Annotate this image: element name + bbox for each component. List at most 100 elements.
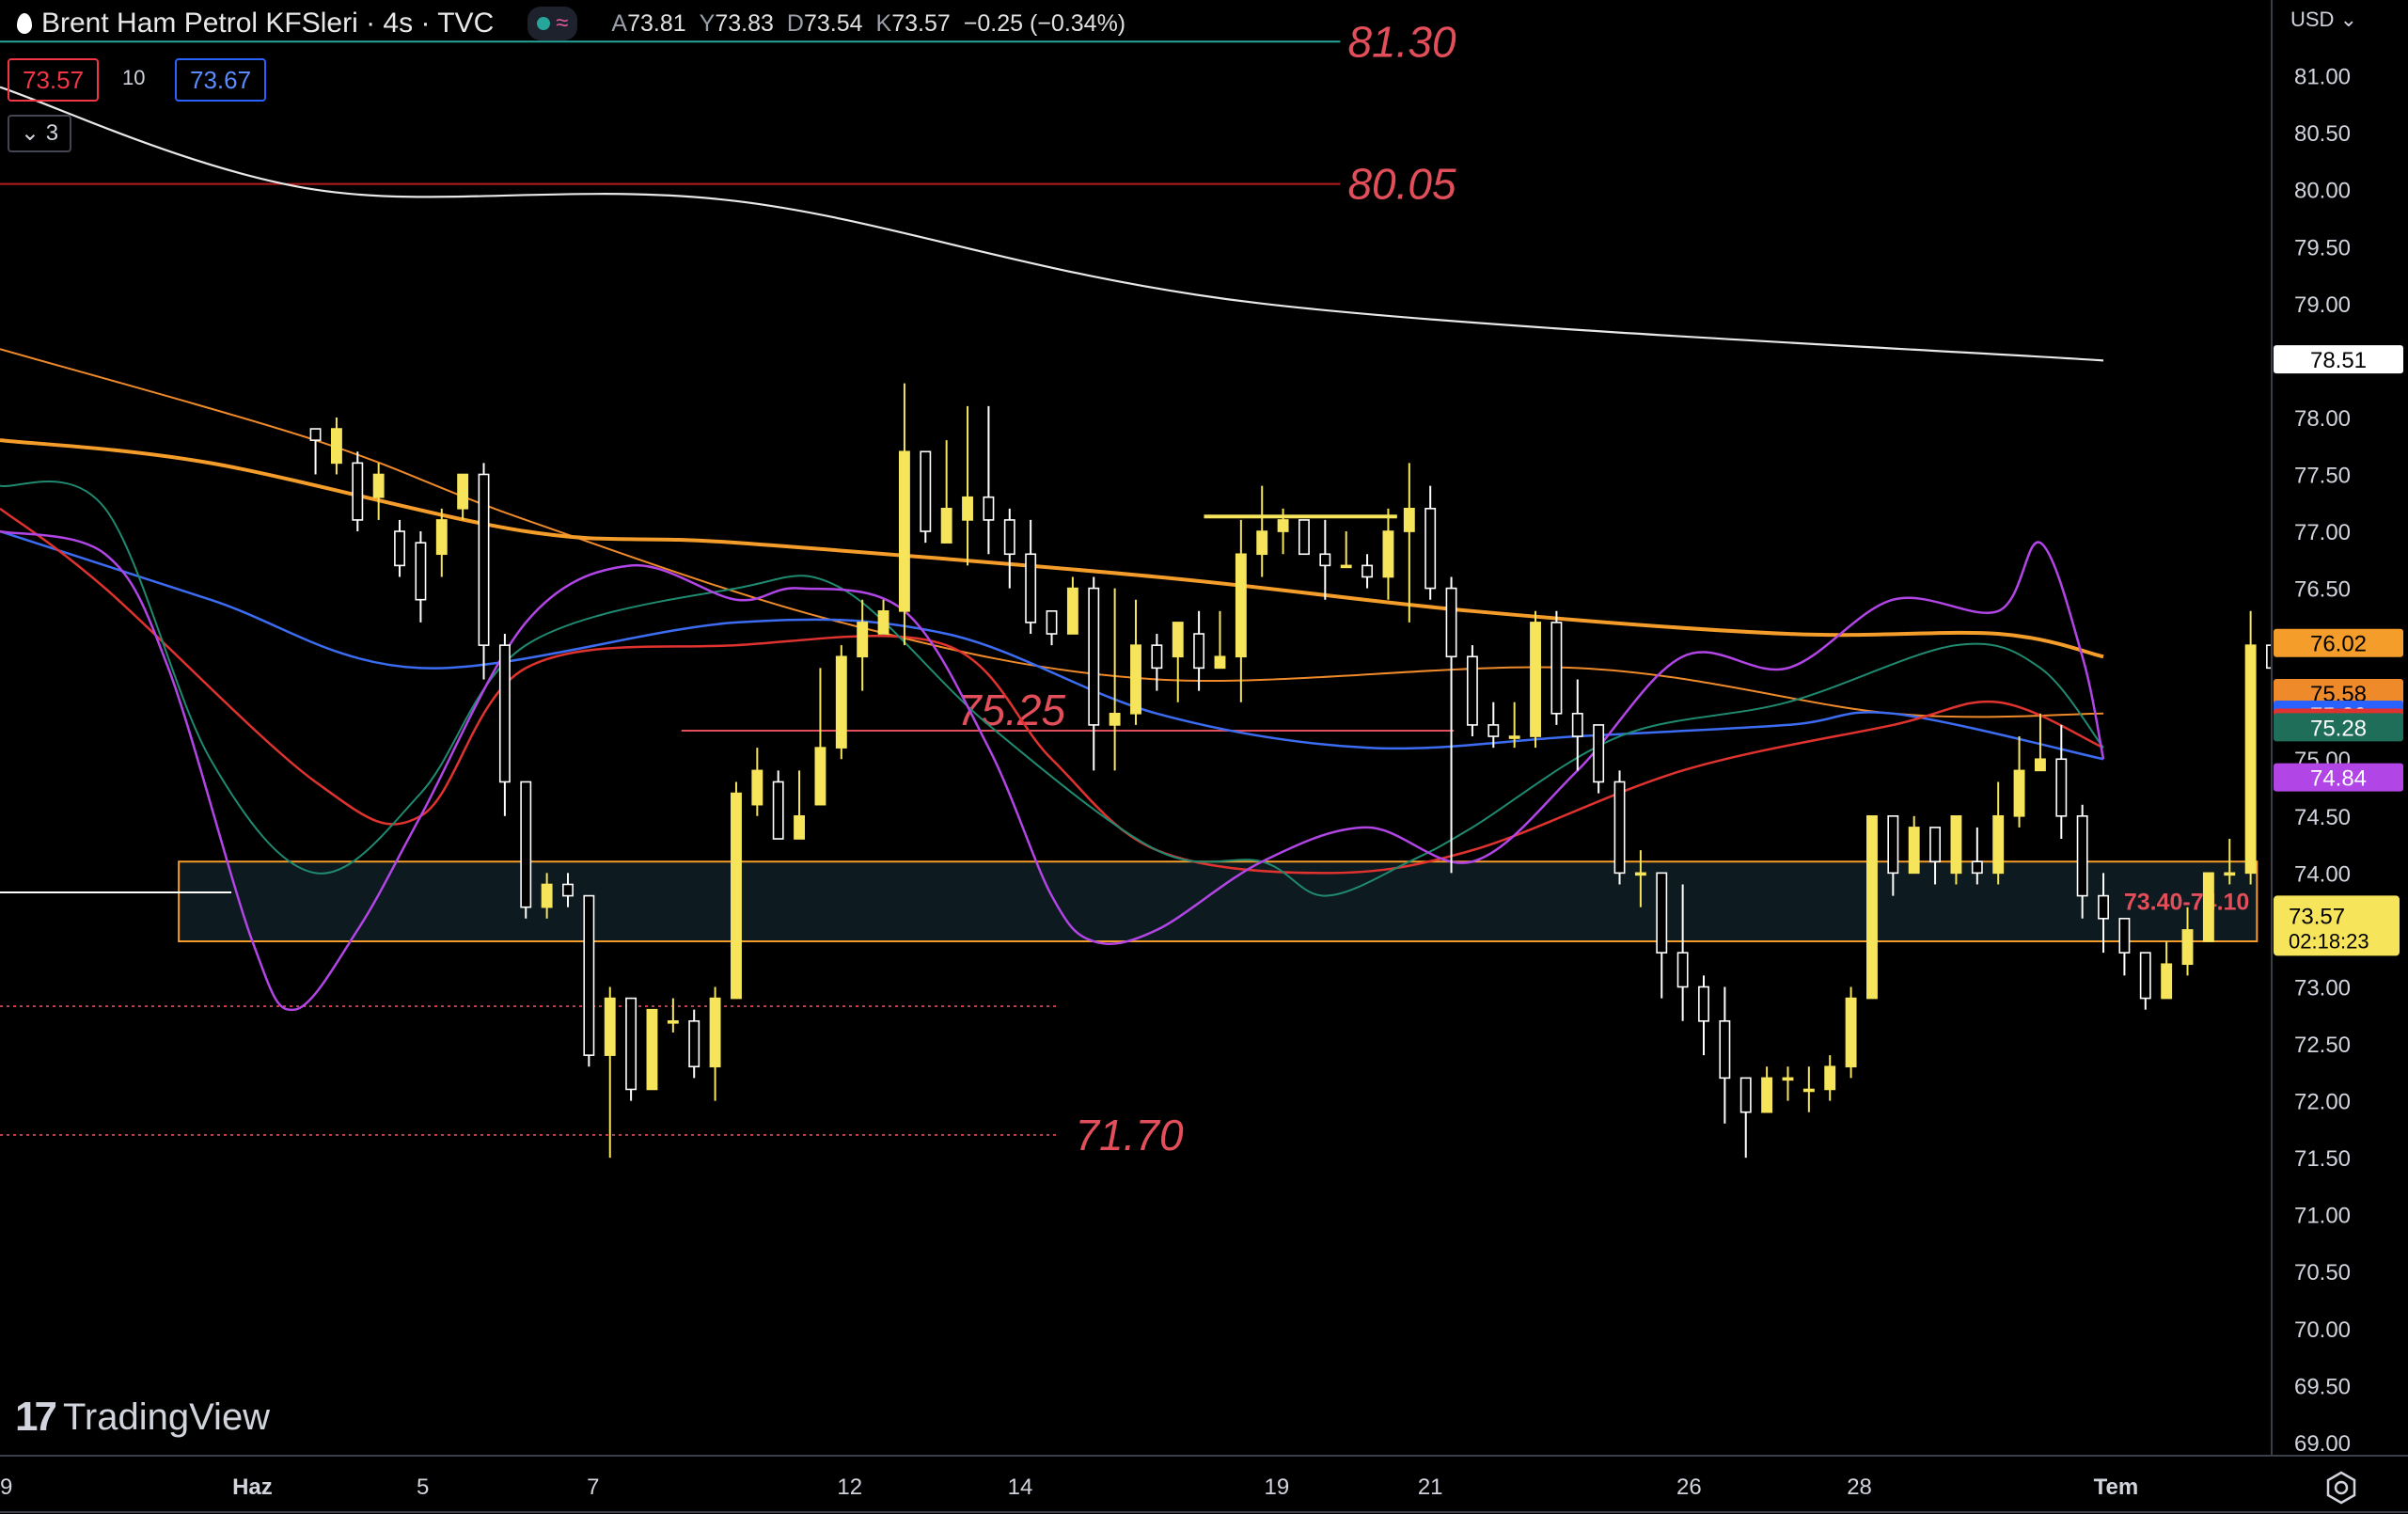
support-zone [178, 860, 2258, 943]
chevron-down-icon: ⌄ [20, 120, 40, 146]
x-tick-label: 14 [1008, 1475, 1033, 1500]
x-tick-label: 5 [417, 1475, 429, 1500]
ohlc-open: A73.81 [611, 9, 686, 37]
candle [688, 1009, 700, 1079]
candle [309, 428, 322, 475]
candle-body [709, 997, 721, 1068]
candle [1319, 519, 1331, 600]
candle [2161, 941, 2173, 1000]
candle [751, 748, 763, 816]
candle-body [1319, 553, 1331, 567]
candle-body [1382, 530, 1394, 578]
y-tick-label: 72.50 [2294, 1033, 2351, 1058]
x-tick-label: 26 [1676, 1475, 1702, 1500]
candle-body [498, 644, 511, 783]
candle [940, 440, 952, 544]
candle-body [2034, 758, 2046, 772]
candle-body [1151, 644, 1163, 670]
y-tick-label: 74.00 [2294, 861, 2351, 887]
candle-body [1593, 724, 1605, 783]
candle-body [1824, 1065, 1836, 1091]
candle-body [857, 622, 869, 658]
candle [1613, 770, 1626, 885]
ohlc-close: K73.57 [875, 9, 951, 37]
candle [2244, 610, 2257, 885]
candle [2034, 713, 2046, 772]
candle-body [1992, 815, 2005, 875]
candle-body [2224, 872, 2236, 876]
candle-body [2076, 815, 2088, 897]
gear-icon[interactable] [2322, 1469, 2360, 1506]
candle-body [478, 473, 490, 646]
candle [1739, 1077, 1752, 1159]
indicators-collapse-button[interactable]: ⌄ 3 [8, 115, 71, 152]
candle-body [1445, 587, 1457, 658]
candle-body [541, 883, 553, 908]
tradingview-logo-icon: 17 [15, 1394, 57, 1440]
candle [330, 417, 342, 475]
candle [1298, 519, 1310, 556]
level-label: 71.70 [1075, 1111, 1184, 1159]
candle-body [751, 769, 763, 806]
candle [1550, 610, 1563, 725]
price-chart[interactable]: 73.40-74.1081.3080.0575.2571.7081.0080.5… [0, 0, 2408, 1514]
legend-header: Brent Ham Petrol KFSleri · 4s · TVC ≈ A7… [0, 0, 1125, 47]
spread-value: 10 [122, 66, 146, 89]
level-label: 75.25 [957, 686, 1066, 734]
candle [2013, 736, 2025, 828]
candle [625, 997, 637, 1101]
candle [1908, 815, 1920, 875]
sell-price-button[interactable]: 73.57 [8, 58, 100, 102]
currency-selector[interactable]: USD ⌄ [2290, 8, 2357, 32]
candle [1761, 1066, 1773, 1113]
candle [583, 894, 595, 1067]
candle [667, 998, 679, 1033]
candle-body [394, 530, 405, 567]
candle-body [962, 496, 973, 521]
candle [1088, 576, 1100, 771]
candle-body [835, 655, 847, 749]
candle-body [2244, 644, 2257, 875]
ohlc-high: Y73.83 [699, 9, 774, 37]
candle-body [794, 815, 806, 840]
y-tick-label: 76.50 [2294, 577, 2351, 603]
candle [920, 450, 932, 544]
candle-body [1003, 519, 1015, 556]
candle [1571, 679, 1583, 771]
candle [1466, 645, 1478, 737]
candle-body [920, 450, 932, 532]
y-tick-label: 70.00 [2294, 1317, 2351, 1343]
candle [2118, 917, 2131, 976]
candle-body [2161, 963, 2173, 1000]
y-tick-label: 80.50 [2294, 121, 2351, 147]
x-tick-label: Tem [2094, 1475, 2139, 1500]
candle-body [372, 473, 385, 498]
candle [1172, 622, 1184, 702]
candle-body [1929, 827, 1942, 863]
candle [520, 781, 532, 919]
candle [1382, 508, 1394, 600]
candle-body [731, 792, 742, 1000]
candle-body [1130, 644, 1141, 715]
candle [1109, 588, 1121, 771]
bar-countdown: 02:18:23 [2289, 929, 2369, 953]
candle-body [2118, 917, 2131, 954]
y-tick-label: 71.00 [2294, 1204, 2351, 1229]
candle-body [2181, 929, 2194, 966]
candle-body [309, 428, 322, 441]
candle-body [1172, 622, 1184, 658]
buy-price-button[interactable]: 73.67 [175, 58, 267, 102]
candle-body [1782, 1077, 1794, 1081]
candle-body [1466, 655, 1478, 726]
candle-body [2098, 894, 2109, 920]
candle-body [1487, 724, 1500, 737]
symbol-title[interactable]: Brent Ham Petrol KFSleri · 4s · TVC [41, 8, 494, 39]
candle [435, 508, 448, 577]
candle-body [1550, 622, 1563, 715]
candle [898, 383, 910, 646]
candle [1151, 634, 1163, 691]
candle [1782, 1066, 1794, 1101]
indicator-status-toggle[interactable]: ≈ [527, 7, 578, 40]
level-label: 80.05 [1347, 160, 1456, 209]
candle-body [1361, 564, 1374, 578]
